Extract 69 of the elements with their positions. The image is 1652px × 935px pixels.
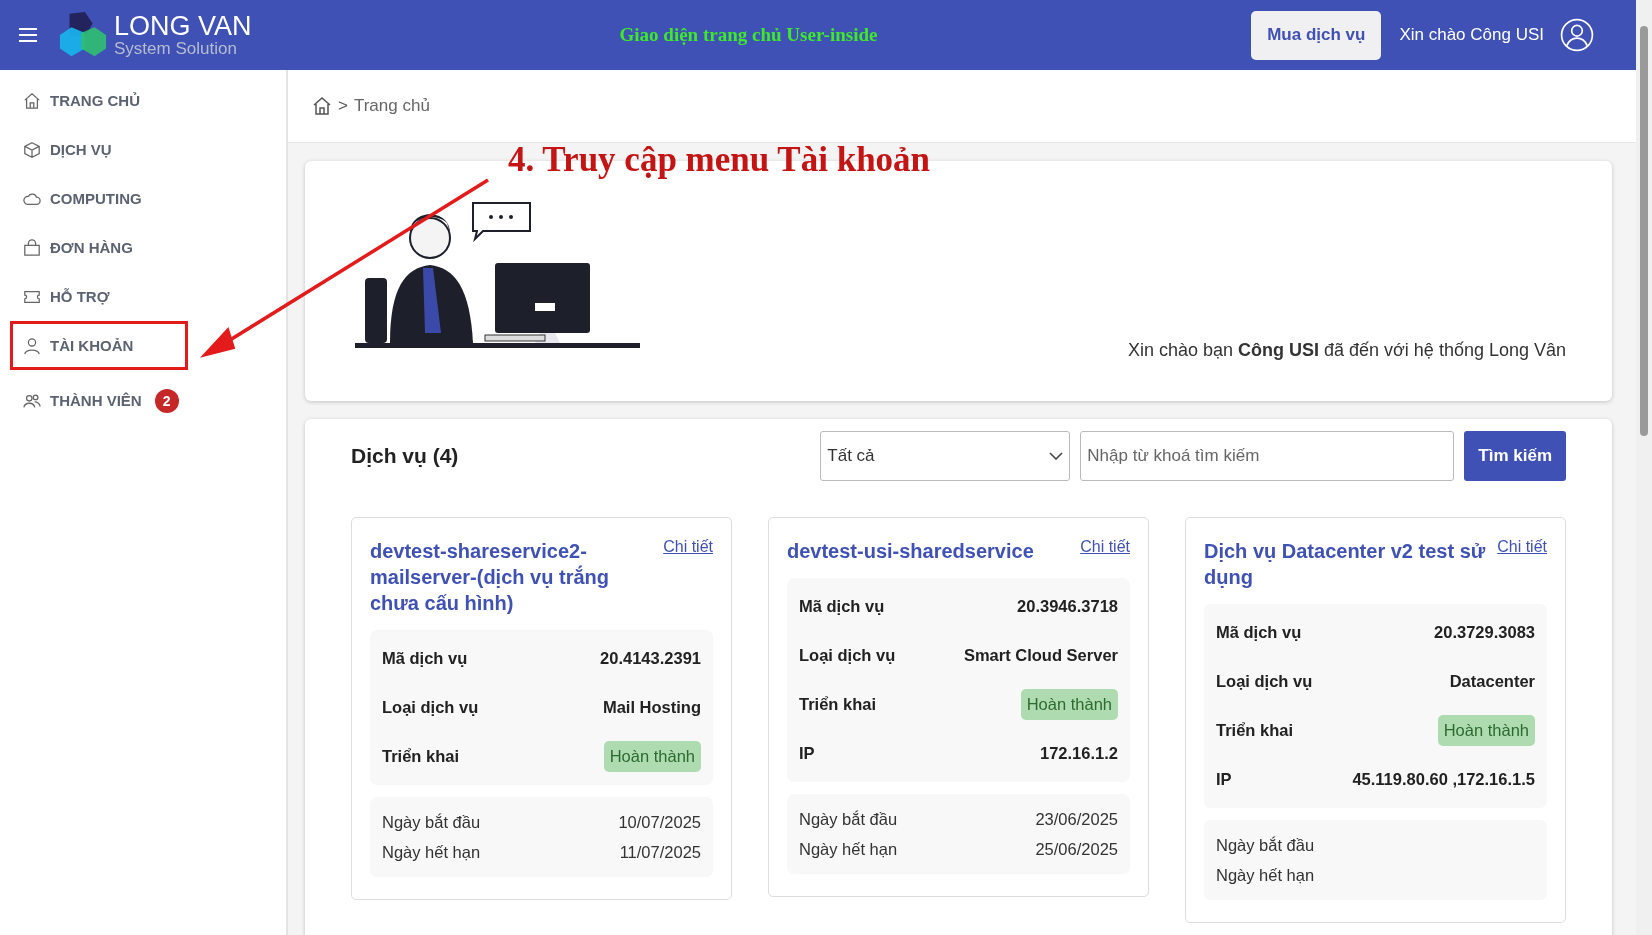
field-label: Loại dịch vụ: [1216, 672, 1313, 691]
date-label: Ngày bắt đầu: [799, 809, 898, 829]
field-value: Smart Cloud Server: [963, 646, 1118, 665]
breadcrumb-separator: >: [338, 96, 348, 116]
field-value: 45.119.80.60 ,172.16.1.5: [1352, 770, 1535, 789]
date-label: Ngày hết hạn: [799, 839, 898, 859]
bag-icon: [23, 238, 41, 257]
status-badge: Hoàn thành: [1437, 715, 1535, 746]
sidebar-item[interactable]: ĐƠN HÀNG: [10, 223, 276, 272]
breadcrumb-item[interactable]: Trang chủ: [353, 96, 430, 116]
filter-dropdown[interactable]: Tất cả: [820, 431, 1071, 481]
detail-link[interactable]: Chi tiết: [1497, 538, 1547, 556]
cube-icon: [23, 140, 41, 159]
date-label: Ngày hết hạn: [382, 842, 481, 862]
sidebar-item[interactable]: TÀI KHOẢN: [10, 321, 188, 370]
date-value: 23/06/2025: [1035, 809, 1118, 829]
menu-icon[interactable]: [18, 27, 38, 43]
field-label: IP: [799, 744, 815, 763]
field-value: 20.3729.3083: [1434, 623, 1535, 642]
date-label: Ngày bắt đầu: [382, 812, 481, 832]
field-label: Loại dịch vụ: [382, 698, 479, 717]
service-name: devtest-usi-sharedservice: [787, 539, 1035, 564]
logo-name: LONG VAN: [114, 13, 252, 40]
date-label: Ngày hết hạn: [1216, 865, 1315, 885]
sidebar-item[interactable]: THÀNH VIÊN 2: [10, 376, 276, 425]
sidebar-item[interactable]: DỊCH VỤ: [10, 125, 276, 174]
date-label: Ngày bắt đầu: [1216, 835, 1315, 855]
scrollbar[interactable]: [1636, 0, 1652, 935]
status-badge: Hoàn thành: [603, 741, 701, 772]
section-title: Dịch vụ (4): [351, 444, 459, 468]
chevron-down-icon: [1049, 452, 1064, 460]
detail-link[interactable]: Chi tiết: [1080, 538, 1130, 556]
field-value: 20.4143.2391: [600, 649, 701, 668]
field-label: Mã dịch vụ: [1216, 623, 1302, 642]
date-value: 11/07/2025: [619, 842, 701, 862]
users-icon: [23, 391, 41, 410]
search-field[interactable]: Nhập từ khoá tìm kiếm: [1080, 431, 1455, 481]
service-name: devtest-shareservice2-mailserver-(dịch vụ trắng chưa cấu hình): [370, 539, 610, 616]
sidebar-item[interactable]: TRANG CHỦ: [10, 76, 276, 125]
field-label: Triển khai: [382, 747, 460, 766]
search-button[interactable]: Tìm kiếm: [1464, 431, 1566, 481]
field-value: Datacenter: [1449, 672, 1535, 691]
welcome-message: Xin chào bạn Công USI đã đến với hệ thống Long Vân: [1127, 340, 1566, 361]
field-label: Mã dịch vụ: [799, 597, 885, 616]
user-avatar-icon[interactable]: [1560, 18, 1594, 52]
status-badge: Hoàn thành: [1020, 689, 1118, 720]
annotation-text: 4. Truy cập menu Tài khoản: [508, 140, 931, 180]
user-icon: [23, 336, 41, 355]
field-label: Loại dịch vụ: [799, 646, 896, 665]
service-name: Dịch vụ Datacenter v2 test sử dụng: [1204, 539, 1487, 590]
logo-tagline: System Solution: [114, 40, 238, 57]
field-value: 20.3946.3718: [1017, 597, 1118, 616]
home-icon: [23, 91, 41, 110]
greeting-text: Xin chào Công USI: [1399, 25, 1544, 45]
field-label: Triển khai: [799, 695, 877, 714]
buy-service-button[interactable]: Mua dịch vụ: [1251, 10, 1382, 60]
field-label: IP: [1216, 770, 1232, 789]
sidebar-item[interactable]: COMPUTING: [10, 174, 276, 223]
detail-link[interactable]: Chi tiết: [663, 538, 713, 556]
home-icon[interactable]: [312, 96, 332, 116]
field-label: Triển khai: [1216, 721, 1294, 740]
page-title: Giao diện trang chủ User-inside: [619, 24, 878, 46]
sidebar-item[interactable]: HỖ TRỢ: [10, 272, 276, 321]
field-value: 172.16.1.2: [1040, 744, 1118, 763]
field-label: Mã dịch vụ: [382, 649, 468, 668]
field-value: Mail Hosting: [602, 698, 701, 717]
count-badge: 2: [154, 388, 179, 413]
date-value: 25/06/2025: [1035, 839, 1118, 859]
date-value: 10/07/2025: [618, 812, 701, 832]
